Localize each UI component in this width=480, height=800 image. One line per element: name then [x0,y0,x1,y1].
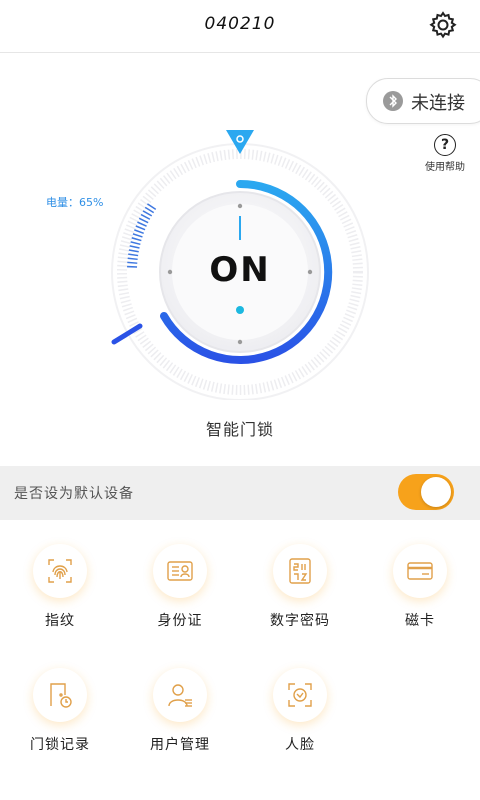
feature-door-record[interactable]: 门锁记录 [0,668,120,754]
user-management-icon [153,668,207,722]
feature-label: 门锁记录 [30,737,90,753]
feature-label: 指纹 [45,613,75,629]
feature-label: 磁卡 [405,613,435,629]
gear-icon[interactable] [428,10,458,40]
default-device-row: 是否设为默认设备 [0,466,480,520]
feature-passcode[interactable]: 数字密码 [240,544,360,630]
feature-card[interactable]: 磁卡 [360,544,480,630]
feature-user-management[interactable]: 用户管理 [120,668,240,754]
lock-title: 智能门锁 [205,420,274,439]
bluetooth-status-button[interactable]: 未连接 [366,78,480,124]
default-device-label: 是否设为默认设备 [14,486,134,502]
bluetooth-status-label: 未连接 [411,93,465,114]
passcode-icon [273,544,327,598]
battery-level: 电量：65% [46,196,104,209]
feature-label: 用户管理 [150,737,210,753]
id-card-icon [153,544,207,598]
face-icon [273,668,327,722]
help-button[interactable]: ? 使用帮助 [420,134,470,173]
default-device-toggle[interactable] [398,474,454,510]
feature-label: 数字密码 [270,613,330,629]
top-bar: 040210 [0,0,480,53]
device-id-title: 040210 [204,14,276,34]
feature-fingerprint[interactable]: 指纹 [0,544,120,630]
door-record-icon [33,668,87,722]
feature-label: 人脸 [285,737,315,753]
help-label: 使用帮助 [425,162,465,173]
help-icon: ? [434,134,456,156]
feature-id-card[interactable]: 身份证 [120,544,240,630]
toggle-knob [421,477,451,507]
card-icon [393,544,447,598]
lock-state-text: ON [209,250,271,290]
feature-face[interactable]: 人脸 [240,668,360,754]
fingerprint-icon [33,544,87,598]
feature-label: 身份证 [157,613,203,629]
bluetooth-icon [383,91,403,111]
